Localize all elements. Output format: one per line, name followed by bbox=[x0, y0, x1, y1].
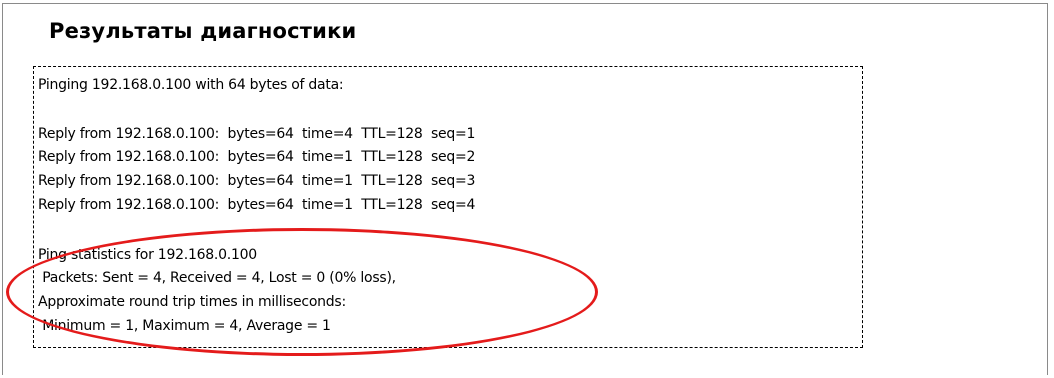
reply-line: Reply from 192.168.0.100: bytes=64 time=… bbox=[38, 173, 476, 189]
reply-line: Reply from 192.168.0.100: bytes=64 time=… bbox=[38, 197, 476, 213]
reply-line: Reply from 192.168.0.100: bytes=64 time=… bbox=[38, 149, 476, 165]
ping-statistics-title: Ping statistics for 192.168.0.100 bbox=[38, 247, 257, 263]
ping-header-line: Pinging 192.168.0.100 with 64 bytes of d… bbox=[38, 77, 344, 93]
packets-summary: Packets: Sent = 4, Received = 4, Lost = … bbox=[38, 270, 396, 286]
rtt-summary-title: Approximate round trip times in millisec… bbox=[38, 294, 346, 310]
page-title: Результаты диагностики bbox=[49, 19, 357, 43]
reply-line: Reply from 192.168.0.100: bytes=64 time=… bbox=[38, 126, 476, 142]
rtt-values: Minimum = 1, Maximum = 4, Average = 1 bbox=[38, 318, 331, 334]
